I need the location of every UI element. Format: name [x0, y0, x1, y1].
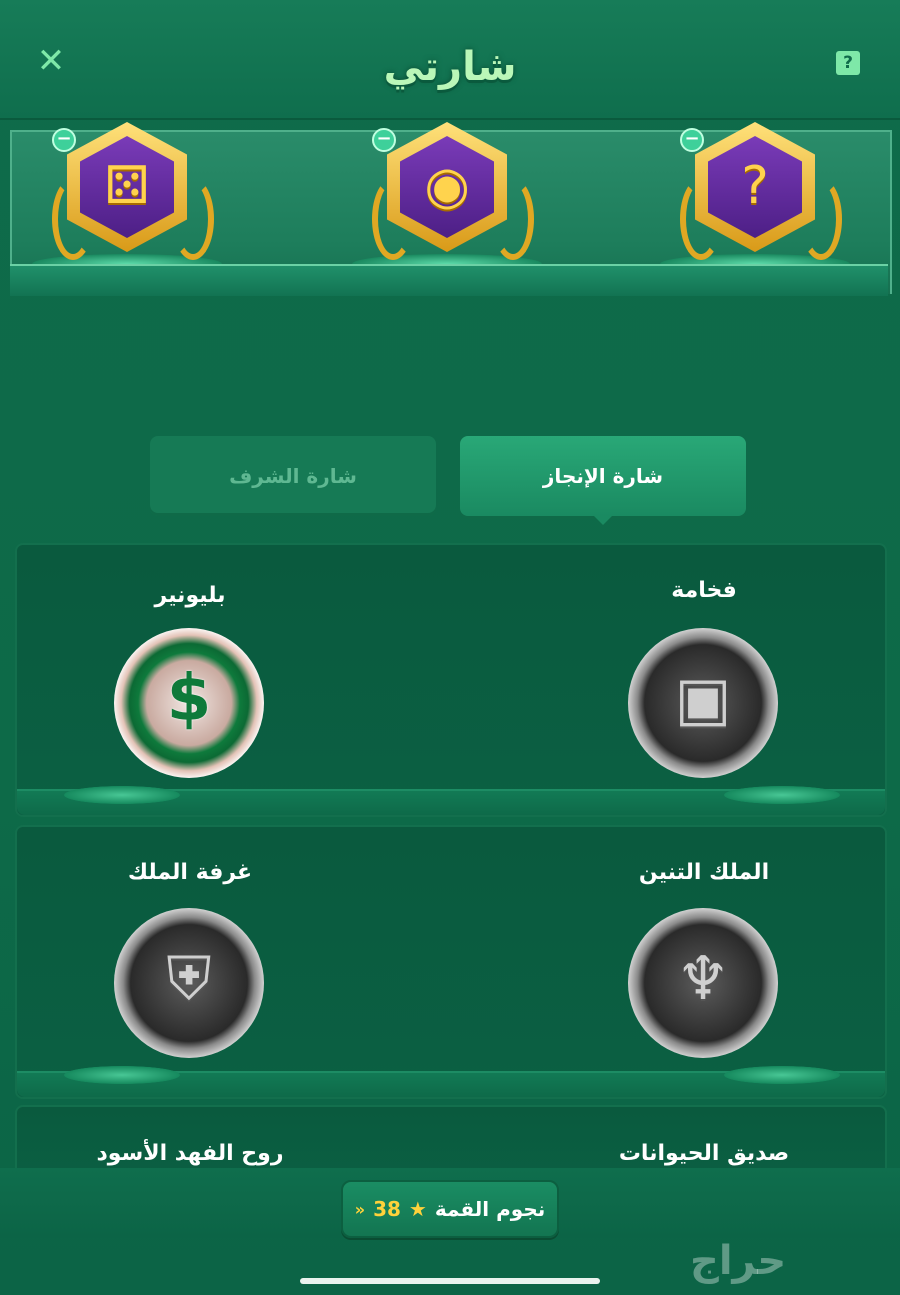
badge-name-dragon-king: الملك التنين — [638, 860, 770, 885]
tab-achievement-badge[interactable]: شارة الإنجاز — [460, 436, 746, 525]
remove-badge-button[interactable]: − — [680, 128, 704, 152]
dragon-king-medal[interactable]: ♆ — [628, 908, 840, 1084]
badge-name-luxury: فخامة — [671, 578, 737, 603]
stars-count: 38 — [373, 1197, 401, 1221]
stars-label: نجوم القمة — [434, 1197, 546, 1221]
watermark: حراج — [690, 1238, 787, 1284]
dollar-icon: $ — [166, 662, 212, 736]
pedestal — [64, 1066, 180, 1084]
top-stars-button[interactable]: » 38 ★ نجوم القمة — [341, 1180, 559, 1238]
shield-icon: ⛨ — [166, 944, 212, 1014]
king-room-medal[interactable]: ⛨ — [64, 908, 264, 1084]
showcase-slot-coins[interactable]: ◉ − — [352, 118, 542, 274]
pedestal — [64, 786, 180, 804]
page-title: شارتي — [383, 44, 517, 90]
billionaire-medal[interactable]: $ — [64, 628, 264, 804]
pedestal — [724, 786, 840, 804]
luxury-medal[interactable]: ▣ — [628, 628, 840, 804]
showcase-slot-chest[interactable]: ? − — [660, 118, 850, 274]
dragon-icon: ♆ — [676, 944, 730, 1014]
coins-icon: ◉ — [424, 156, 470, 216]
remove-badge-button[interactable]: − — [52, 128, 76, 152]
remove-badge-button[interactable]: − — [372, 128, 396, 152]
dice-icon: ⚄ — [104, 156, 150, 216]
treasure-chest-icon: ▣ — [674, 664, 732, 734]
badge-name-king-room: غرفة الملك — [127, 860, 253, 885]
tab-honor-badge[interactable]: شارة الشرف — [150, 436, 436, 516]
home-indicator[interactable] — [300, 1278, 600, 1284]
badge-name-black-panther-spirit: روح الفهد الأسود — [96, 1141, 284, 1166]
pedestal — [724, 1066, 840, 1084]
badge-name-billionaire: بليونير — [154, 583, 226, 608]
showcase-slot-dice[interactable]: ⚄ − — [32, 118, 222, 274]
mystery-chest-icon: ? — [741, 156, 769, 216]
shelf-front — [10, 264, 888, 296]
badge-name-animal-friend: صديق الحيوانات — [618, 1141, 790, 1166]
double-arrow-icon: » — [354, 1199, 366, 1219]
help-icon[interactable]: ? — [836, 51, 860, 75]
star-icon: ★ — [408, 1197, 427, 1221]
